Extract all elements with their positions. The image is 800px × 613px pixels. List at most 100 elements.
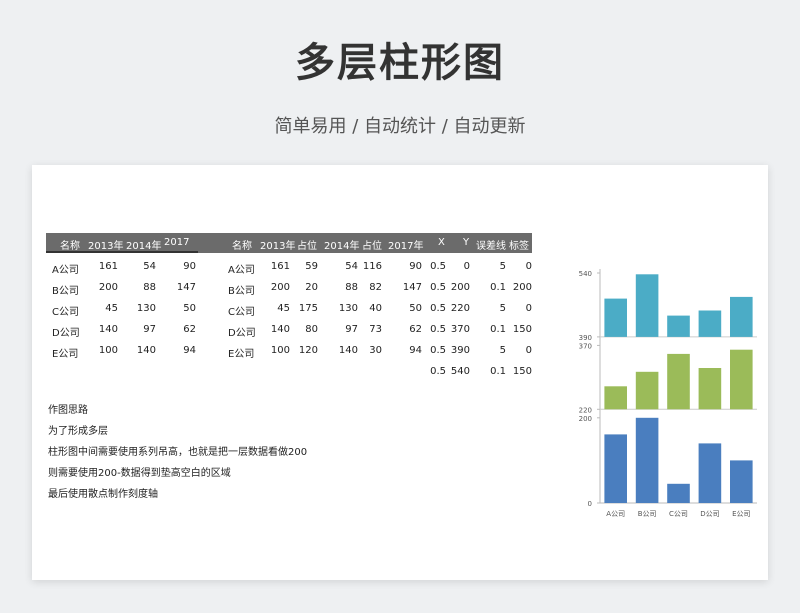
notes-block: 作图思路 为了形成多层 柱形图中间需要使用系列吊高，也就是把一层数据看做200 … xyxy=(48,401,307,506)
table1-cell: 94 xyxy=(183,345,196,356)
table2-header-cell: X xyxy=(438,237,445,248)
table2-cell: 150 xyxy=(512,366,532,377)
table2-cell: 0.1 xyxy=(490,366,506,377)
table2-cell: 30 xyxy=(369,345,382,356)
table2-cell: 0 xyxy=(463,261,470,272)
table2-cell: 45 xyxy=(277,303,290,314)
note-line: 最后使用散点制作刻度轴 xyxy=(48,489,158,500)
table1-cell: 97 xyxy=(143,324,156,335)
table1-cell: 161 xyxy=(98,261,118,272)
table1-header-cell: 名称 xyxy=(60,241,80,252)
table2-cell: 20 xyxy=(305,282,318,293)
table2-header-cell: 名称 xyxy=(232,241,252,252)
sheet-card: 名称 2013年 2014年 2017年 名称 2013年 占位 2014年 占… xyxy=(32,165,768,580)
note-line: 为了形成多层 xyxy=(48,426,108,437)
table1-header: 名称 2013年 2014年 2017年 xyxy=(46,233,198,263)
x-tick-label: B公司 xyxy=(638,510,657,518)
layered-bar-chart: 0 200220 370390 540 A公司 B公司 C公司 D公司 E公司 xyxy=(579,269,757,518)
table2-cell: 0.5 xyxy=(430,261,446,272)
bar-2017年 xyxy=(667,315,690,337)
table2-cell: 147 xyxy=(402,282,422,293)
table2-cell: 5 xyxy=(499,345,506,356)
table2-cell: 80 xyxy=(305,324,318,335)
table2-cell: 50 xyxy=(409,303,422,314)
bar-2013年 xyxy=(604,434,627,503)
table2-header-cell: 2014年 xyxy=(324,241,360,252)
table2-cell: 97 xyxy=(345,324,358,335)
bar-2014年 xyxy=(698,368,722,410)
bar-2013年 xyxy=(698,443,722,503)
table2-header-cell: 占位 xyxy=(297,241,317,252)
bar-2017年 xyxy=(635,274,659,337)
bar-2017年 xyxy=(698,310,722,337)
table2-cell: 200 xyxy=(450,282,470,293)
table2-cell: 62 xyxy=(409,324,422,335)
bar-2014年 xyxy=(667,353,690,410)
y-tick-label: 370 xyxy=(579,342,592,350)
table1-cell: 90 xyxy=(183,261,196,272)
table1-cell: 88 xyxy=(143,282,156,293)
table1-cell: 200 xyxy=(98,282,118,293)
table2-cell: 140 xyxy=(338,345,358,356)
y-tick-label: 540 xyxy=(579,270,592,278)
table2-cell: 0 xyxy=(525,303,532,314)
table2-header-cell: Y xyxy=(463,237,470,248)
y-tick-label: 390 xyxy=(579,334,592,342)
table2-cell: 370 xyxy=(450,324,470,335)
y-tick-label: 220 xyxy=(579,406,592,414)
table2-header-cell: 占位 xyxy=(362,241,382,252)
table2-cell: 161 xyxy=(270,261,290,272)
table1-cell: 54 xyxy=(143,261,156,272)
table2-header-cell: 标签 xyxy=(509,241,529,252)
table2-cell: 59 xyxy=(305,261,318,272)
table2-cell: 390 xyxy=(450,345,470,356)
table2-cell: 0 xyxy=(525,345,532,356)
table2-cell: 175 xyxy=(298,303,318,314)
table2-cell: 54 xyxy=(345,261,358,272)
x-tick-label: E公司 xyxy=(732,510,750,518)
table1-header-cell: 2014年 xyxy=(126,241,162,252)
x-tick-label: A公司 xyxy=(606,510,625,518)
table2-cell: 73 xyxy=(369,324,382,335)
table1-header-underline xyxy=(46,251,198,253)
table2-cell: 200 xyxy=(512,282,532,293)
table2-cell: 40 xyxy=(369,303,382,314)
table2-cell: 130 xyxy=(338,303,358,314)
table1-cell: 147 xyxy=(176,282,196,293)
note-line: 柱形图中间需要使用系列吊高，也就是把一层数据看做200 xyxy=(48,447,308,458)
table2-cell: 0.5 xyxy=(430,324,446,335)
table2-cell: 82 xyxy=(369,282,382,293)
bar-2017年 xyxy=(730,296,753,337)
table1-cell: 50 xyxy=(183,303,196,314)
table2-cell: 116 xyxy=(362,261,382,272)
table1-cell: 45 xyxy=(105,303,118,314)
x-tick-label: D公司 xyxy=(700,510,719,518)
bar-2014年 xyxy=(604,386,627,410)
table2-cell: 0 xyxy=(525,261,532,272)
y-tick-label: 0 xyxy=(588,500,592,508)
table2-cell: 88 xyxy=(345,282,358,293)
table2-header-cell: 误差线 xyxy=(476,241,506,252)
table2-header: 名称 2013年 占位 2014年 占位 2017年 X Y 误差线 标签 xyxy=(198,233,532,253)
table2-header-cell: 2013年 xyxy=(260,241,296,252)
table2-cell: 5 xyxy=(499,303,506,314)
table1-cell: 62 xyxy=(183,324,196,335)
table2-cell: 0.5 xyxy=(430,303,446,314)
note-line: 作图思路 xyxy=(48,405,88,416)
bar-2013年 xyxy=(667,483,690,503)
y-tick-label: 200 xyxy=(579,415,592,423)
table1-cell: 100 xyxy=(98,345,118,356)
bar-2014年 xyxy=(635,371,659,410)
page-title: 多层柱形图 xyxy=(295,40,505,86)
table1-cell: 130 xyxy=(136,303,156,314)
table1-cell: 140 xyxy=(136,345,156,356)
table2-cell: 540 xyxy=(450,366,470,377)
table1-header-cell: 2017年 xyxy=(164,237,190,263)
page-subtitle: 简单易用 / 自动统计 / 自动更新 xyxy=(274,116,526,137)
table2-cell: 120 xyxy=(298,345,318,356)
note-line: 则需要使用200-数据得到垫高空白的区域 xyxy=(48,468,231,479)
table2-cell: 0.5 xyxy=(430,366,446,377)
table2-cell: 0.5 xyxy=(430,345,446,356)
table2-cell: 94 xyxy=(409,345,422,356)
table2-header-cell: 2017年 xyxy=(388,241,424,252)
